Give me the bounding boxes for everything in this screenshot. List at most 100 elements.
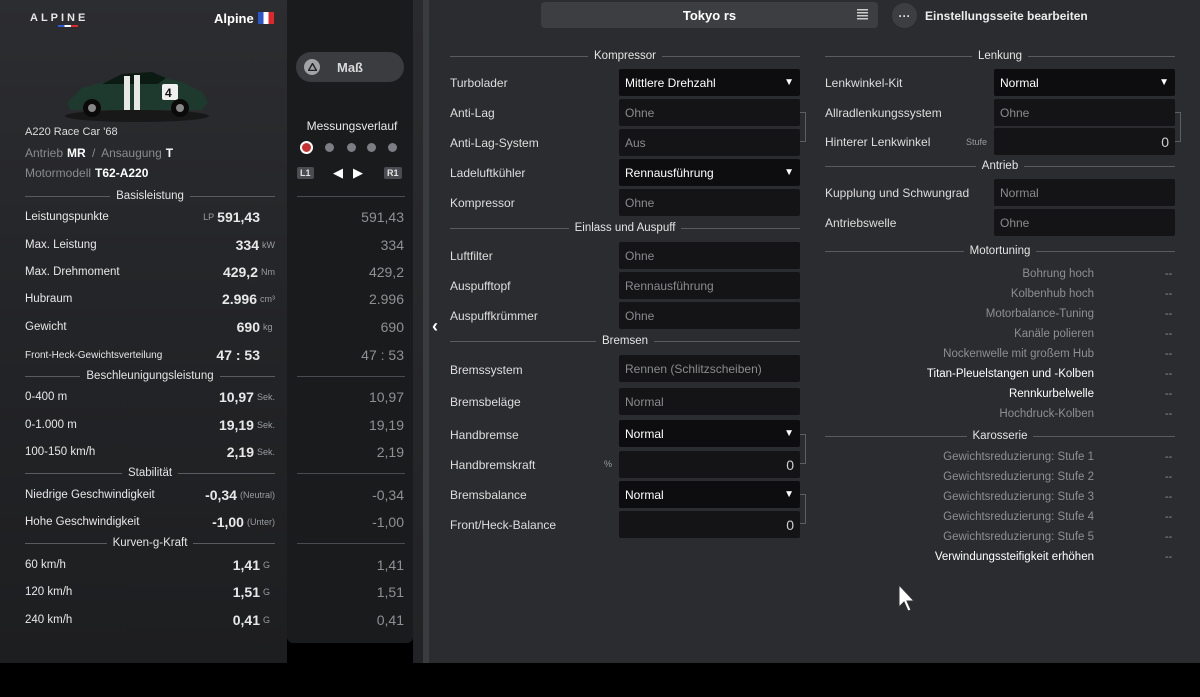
measure-button[interactable]: Maß (296, 52, 404, 82)
stat-row: 240 km/h 0,41 G (25, 612, 271, 628)
body-value: -- (1165, 451, 1173, 463)
supercharger-field[interactable]: Ohne (619, 189, 800, 216)
rear-steering-angle-field[interactable]: 0 (994, 128, 1175, 155)
history-dot[interactable] (325, 143, 334, 152)
four-wheel-steering-field[interactable]: Ohne (994, 99, 1175, 126)
brake-pads-field[interactable]: Normal (619, 388, 800, 415)
history-dot[interactable] (367, 143, 376, 152)
drive-value: MR (67, 146, 86, 160)
body-item[interactable]: Gewichtsreduzierung: Stufe 4 (825, 511, 1094, 523)
chevron-left-icon[interactable]: ‹ (432, 316, 438, 337)
field-label: Kompressor (450, 196, 515, 210)
tuning-item[interactable]: Titan-Pleuelstangen und -Kolben (825, 368, 1094, 380)
engine-label: Motormodell (25, 166, 92, 180)
body-item[interactable]: Verwindungssteifigkeit erhöhen (825, 551, 1094, 563)
turbo-dropdown[interactable]: Mittlere Drehzahl ▼ (619, 69, 800, 96)
stat-row: 120 km/h 1,51 G (25, 584, 271, 600)
triangle-button-icon (304, 59, 320, 75)
field-label: Hinterer Lenkwinkel (825, 135, 931, 149)
bracket (1175, 112, 1181, 142)
stat-row: Max. Leistung 334 kW (25, 237, 275, 253)
section-karosserie: Karosserie (825, 428, 1175, 444)
stat-row: 100-150 km/h 2,19 Sek. (25, 444, 275, 460)
arrow-right-icon[interactable]: ▶ (353, 165, 363, 181)
body-item[interactable]: Gewichtsreduzierung: Stufe 2 (825, 471, 1094, 483)
steering-kit-dropdown[interactable]: Normal ▼ (994, 69, 1175, 96)
antilag-field[interactable]: Ohne (619, 99, 800, 126)
section-stab: Stabilität (25, 465, 276, 481)
tuning-value: -- (1165, 268, 1173, 280)
bracket (800, 434, 806, 464)
tuning-item[interactable]: Bohrung hoch (825, 268, 1094, 280)
field-label: Bremsbeläge (450, 395, 521, 409)
tuning-item[interactable]: Nockenwelle mit großem Hub (825, 348, 1094, 360)
stat-row: Niedrige Geschwindigkeit -0,34 (Neutral) (25, 487, 275, 503)
tuning-sheet-selector[interactable]: Tokyo rs (541, 2, 878, 28)
divider (297, 543, 405, 544)
body-value: -- (1165, 511, 1173, 523)
measured-value: 690 (380, 319, 404, 335)
body-item[interactable]: Gewichtsreduzierung: Stufe 3 (825, 491, 1094, 503)
brake-balance-dropdown[interactable]: Normal ▼ (619, 481, 800, 508)
car-name: A220 Race Car '68 (25, 126, 118, 138)
dropdown-arrow-icon: ▼ (784, 428, 794, 439)
field-label: Front/Heck-Balance (450, 518, 557, 532)
arrow-left-icon[interactable]: ◀ (333, 165, 343, 181)
history-dot[interactable] (347, 143, 356, 152)
field-label: Auspuffkrümmer (450, 309, 538, 323)
section-gforce: Kurven-g-Kraft (25, 535, 275, 551)
handbrake-dropdown[interactable]: Normal ▼ (619, 420, 800, 447)
field-label: Anti-Lag (450, 106, 495, 120)
air-filter-field[interactable]: Ohne (619, 242, 800, 269)
propshaft-field[interactable]: Ohne (994, 209, 1175, 236)
front-rear-balance-field[interactable]: 0 (619, 511, 800, 538)
exhaust-manifold-field[interactable]: Ohne (619, 302, 800, 329)
more-options-button[interactable]: ··· (892, 3, 917, 28)
engine-value: T62-A220 (95, 166, 149, 180)
body-value: -- (1165, 551, 1173, 563)
list-menu-icon (857, 9, 868, 20)
divider (297, 473, 405, 474)
section-accel: Beschleunigungsleistung (25, 368, 276, 384)
field-label: Luftfilter (450, 249, 493, 263)
bracket (800, 112, 806, 142)
tuning-item[interactable]: Motorbalance-Tuning (825, 308, 1094, 320)
clutch-field[interactable]: Normal (994, 179, 1175, 206)
tuning-value: -- (1165, 308, 1173, 320)
section-basis: Basisleistung (25, 188, 276, 204)
dropdown-arrow-icon: ▼ (784, 77, 794, 88)
tuning-item[interactable]: Hochdruck-Kolben (825, 408, 1094, 420)
history-dot[interactable] (388, 143, 397, 152)
separator: / (92, 146, 96, 160)
r1-key-icon: R1 (384, 167, 402, 179)
intercooler-dropdown[interactable]: Rennausführung ▼ (619, 159, 800, 186)
body-item[interactable]: Gewichtsreduzierung: Stufe 1 (825, 451, 1094, 463)
field-label: Bremssystem (450, 363, 523, 377)
france-flag-icon (258, 12, 274, 24)
body-item[interactable]: Gewichtsreduzierung: Stufe 5 (825, 531, 1094, 543)
field-label: Ladeluftkühler (450, 166, 526, 180)
section-kompressor: Kompressor (450, 48, 800, 64)
field-label: Anti-Lag-System (450, 136, 539, 150)
brand-stripe (58, 25, 78, 27)
edit-settings-label: Einstellungsseite bearbeiten (925, 9, 1088, 23)
tuning-item[interactable]: Kanäle polieren (825, 328, 1094, 340)
body-value: -- (1165, 471, 1173, 483)
tuning-item[interactable]: Rennkurbelwelle (825, 388, 1094, 400)
stat-row: 0-1.000 m 19,19 Sek. (25, 417, 275, 433)
body-value: -- (1165, 491, 1173, 503)
antilag-system-field[interactable]: Aus (619, 129, 800, 156)
brake-system-field[interactable]: Rennen (Schlitzscheiben) (619, 355, 800, 382)
measured-value: 19,19 (368, 417, 404, 433)
handbrake-force-field[interactable]: 0 (619, 451, 800, 478)
dropdown-arrow-icon: ▼ (784, 167, 794, 178)
history-dot-selected[interactable] (300, 141, 313, 154)
muffler-field[interactable]: Rennausführung (619, 272, 800, 299)
stat-row: 60 km/h 1,41 G (25, 557, 271, 573)
stat-row: Hubraum 2.996 cm³ (25, 291, 275, 307)
brand-logo: ALPINE (30, 12, 89, 24)
stat-row: Leistungspunkte LP 591,43 (25, 209, 260, 225)
measure-button-label: Maß (337, 59, 363, 75)
tuning-item[interactable]: Kolbenhub hoch (825, 288, 1094, 300)
field-label: Turbolader (450, 76, 508, 90)
